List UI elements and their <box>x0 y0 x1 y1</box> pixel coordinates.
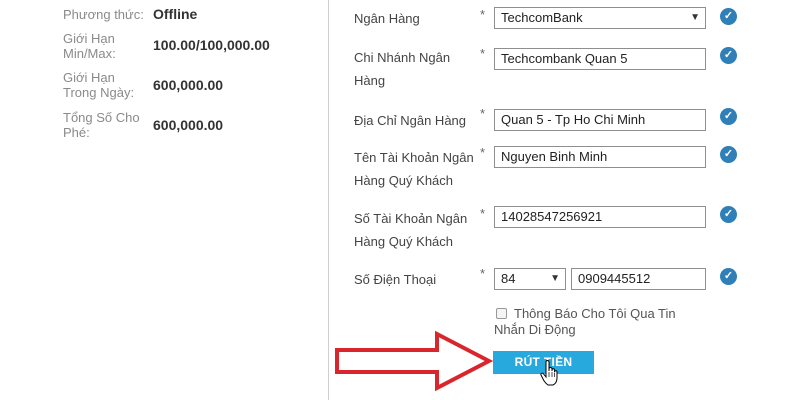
daily-limit-value: 600,000.00 <box>153 77 224 93</box>
bank-check-circle-icon: ✓ <box>720 8 737 25</box>
phone-label: Số Điện Thoại <box>354 272 437 287</box>
account-name-label: Tên Tài Khoản Ngân Hàng Quý Khách <box>354 150 474 188</box>
bank-required-mark: * <box>480 7 486 22</box>
method-label: Phương thức: <box>63 7 144 22</box>
branch-input[interactable]: Techcombank Quan 5 <box>494 48 706 70</box>
bank-select-value: TechcomBank <box>501 10 583 25</box>
account-number-input[interactable]: 14028547256921 <box>494 206 706 228</box>
daily-limit-label: Giới Hạn Trong Ngày: <box>63 70 135 100</box>
account-name-input[interactable]: Nguyen Binh Minh <box>494 146 706 168</box>
sms-notify-label: Thông Báo Cho Tôi Qua Tin Nhắn Di Động <box>494 306 676 337</box>
total-allowed-label: Tổng Số Cho Phé: <box>63 110 140 140</box>
branch-required-mark: * <box>480 46 486 61</box>
phone-country-code-value: 84 <box>501 271 516 286</box>
hand-cursor-icon <box>540 360 558 386</box>
phone-country-code-select[interactable]: 84 ▼ <box>494 268 566 290</box>
method-value: Offline <box>153 6 198 22</box>
branch-check-circle-icon: ✓ <box>720 47 737 64</box>
phone-check-circle-icon: ✓ <box>720 268 737 285</box>
chevron-down-icon: ▼ <box>550 273 560 284</box>
minmax-label: Giới Hạn Min/Max: <box>63 31 116 61</box>
chevron-down-icon: ▼ <box>690 12 700 23</box>
bank-label: Ngân Hàng <box>354 11 420 26</box>
minmax-value: 100.00/100,000.00 <box>153 37 270 53</box>
column-divider <box>328 0 329 400</box>
branch-label: Chi Nhánh Ngân Hàng <box>354 50 451 88</box>
account-name-check-circle-icon: ✓ <box>720 146 737 163</box>
address-required-mark: * <box>480 106 486 121</box>
account-name-required-mark: * <box>480 145 486 160</box>
account-number-check-circle-icon: ✓ <box>720 206 737 223</box>
red-arrow-icon <box>335 330 493 392</box>
total-allowed-value: 600,000.00 <box>153 117 224 133</box>
withdraw-summary-panel: Phương thức: Offline Giới Hạn Min/Max: 1… <box>0 0 328 400</box>
account-number-label: Số Tài Khoản Ngân Hàng Quý Khách <box>354 211 468 249</box>
sms-notify-checkbox[interactable] <box>496 308 507 319</box>
phone-number-input[interactable]: 0909445512 <box>571 268 706 290</box>
bank-select[interactable]: TechcomBank ▼ <box>494 7 706 29</box>
address-input[interactable]: Quan 5 - Tp Ho Chi Minh <box>494 109 706 131</box>
address-check-circle-icon: ✓ <box>720 108 737 125</box>
address-label: Địa Chỉ Ngân Hàng <box>354 113 467 128</box>
account-number-required-mark: * <box>480 206 486 221</box>
phone-required-mark: * <box>480 266 486 281</box>
